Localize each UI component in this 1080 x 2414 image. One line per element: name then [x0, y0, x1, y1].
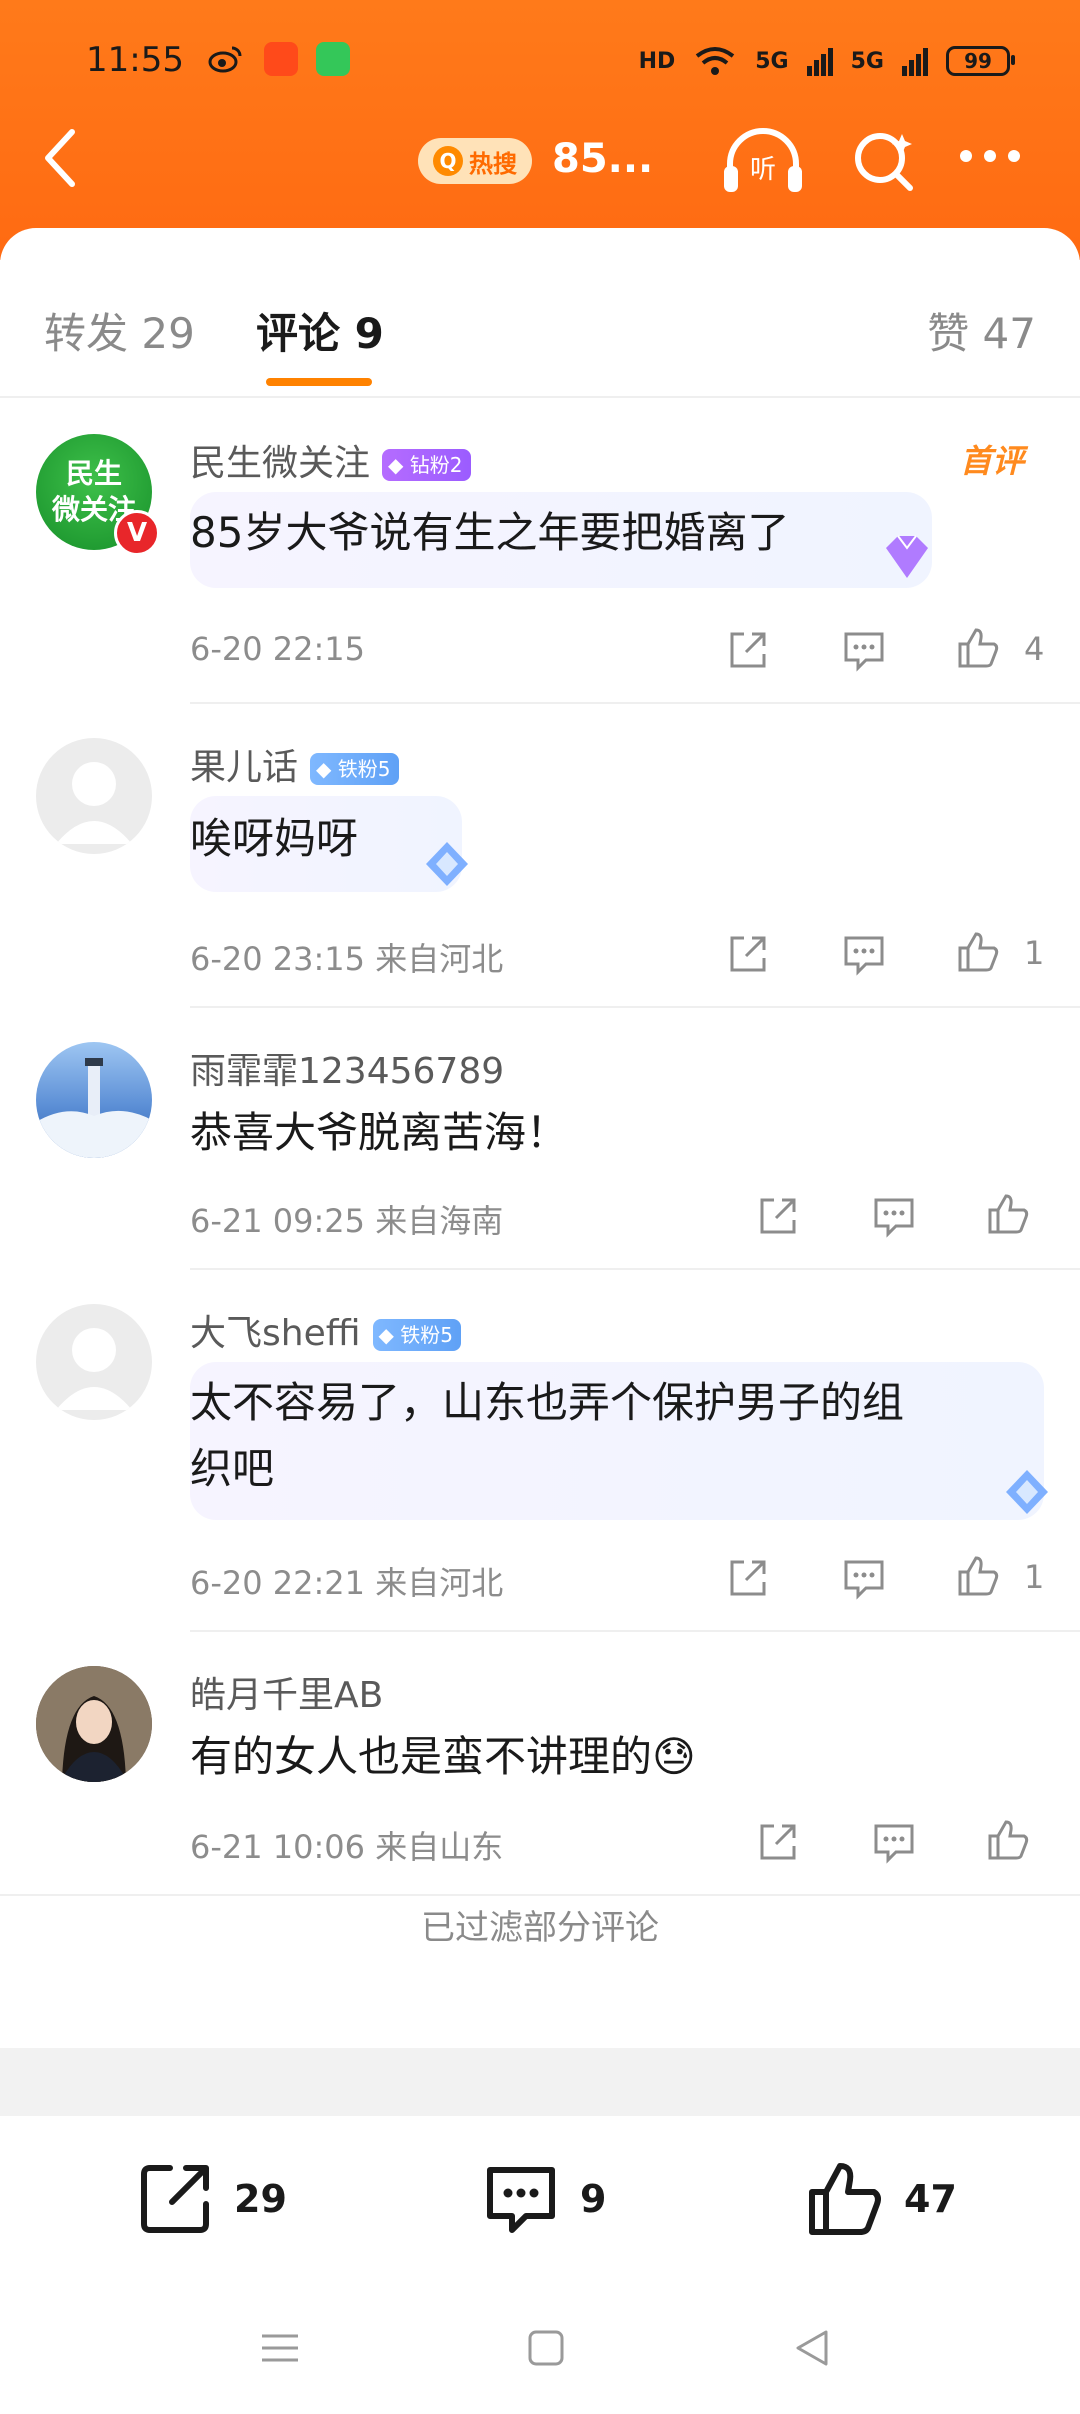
like-count: 4 [1024, 630, 1045, 668]
comment-time: 6-21 09:25 来自海南 [190, 1202, 504, 1240]
status-time: 11:55 [86, 40, 184, 80]
signal-5g-icon: 5G [755, 48, 789, 74]
divider [0, 1894, 1080, 1896]
battery-icon: 99 [946, 46, 1015, 76]
hot-search-icon: Q [433, 146, 463, 176]
repost-button[interactable]: 29 [136, 2160, 287, 2238]
comment-count: 9 [580, 2177, 607, 2221]
like-count: 1 [1024, 1558, 1045, 1596]
comment-time: 6-20 23:15 来自河北 [190, 940, 504, 978]
divider [0, 396, 1080, 398]
divider [190, 1268, 1080, 1270]
filtered-comments-note[interactable]: 已过滤部分评论 [0, 1900, 1080, 1949]
default-user-icon [56, 762, 132, 844]
comment-text: 85岁大爷说有生之年要把婚离了 [190, 508, 790, 557]
repost-count: 29 [234, 2177, 287, 2221]
like-icon [809, 2163, 881, 2235]
hot-search-label: 热搜 [469, 149, 517, 178]
comment-text: 唉呀妈呀 [190, 814, 359, 863]
comment-time: 6-21 10:06 来自山东 [190, 1828, 504, 1866]
repost-icon [141, 2165, 209, 2233]
first-comment-badge: 首评 [960, 442, 1025, 480]
weibo-app-icon [208, 46, 242, 73]
tab-likes[interactable]: 赞 47 [927, 300, 1036, 361]
signal-5g-icon-2: 5G [850, 48, 884, 74]
repost-icon[interactable] [726, 628, 770, 672]
fan-badge: ◆ 钻粉2 [382, 449, 471, 481]
top-header: 11:55 HD 5G 5G 99 Q 热搜 85... 听 [0, 0, 1080, 260]
back-arrow-icon[interactable] [40, 128, 80, 188]
reply-icon[interactable] [872, 1194, 916, 1238]
notification-app-icon [264, 42, 298, 76]
comment-text: 有的女人也是蛮不讲理的😓 [190, 1732, 696, 1781]
commenter-name[interactable]: 民生微关注 ◆ 钻粉2 [190, 434, 471, 486]
like-icon[interactable] [956, 1554, 1000, 1598]
like-count: 47 [904, 2177, 957, 2221]
svg-text:听: 听 [750, 155, 776, 185]
status-indicators: HD 5G 5G 99 [638, 44, 1015, 78]
divider [190, 1630, 1080, 1632]
repost-icon[interactable] [756, 1194, 800, 1238]
repost-icon[interactable] [726, 1556, 770, 1600]
section-spacer [0, 2048, 1080, 2116]
purple-diamond-icon [886, 535, 928, 578]
search-icon[interactable] [850, 128, 916, 194]
active-tab-indicator [266, 378, 372, 386]
reply-icon[interactable] [842, 1556, 886, 1600]
tab-reposts[interactable]: 转发 29 [44, 300, 195, 361]
like-icon[interactable] [956, 930, 1000, 974]
comment-time: 6-20 22:15 [190, 630, 366, 668]
like-icon[interactable] [986, 1818, 1030, 1862]
like-icon[interactable] [956, 626, 1000, 670]
reply-icon[interactable] [842, 628, 886, 672]
avatar[interactable] [36, 1042, 152, 1158]
comment-text-line-1: 太不容易了，山东也弄个保护男子的组 [190, 1378, 905, 1427]
headphones-listen-icon[interactable]: 听 [720, 126, 806, 196]
avatar[interactable] [36, 1666, 152, 1782]
reply-icon[interactable] [842, 932, 886, 976]
comment-text-line-2: 织吧 [190, 1444, 275, 1493]
comment-button[interactable]: 9 [482, 2160, 606, 2238]
more-options-icon[interactable] [960, 150, 1020, 162]
menu-icon[interactable] [250, 2318, 310, 2378]
home-icon[interactable] [516, 2318, 576, 2378]
commenter-name[interactable]: 皓月千里AB [190, 1666, 383, 1718]
hd-icon: HD [638, 48, 676, 74]
avatar[interactable] [36, 738, 152, 854]
message-app-icon [316, 42, 350, 76]
lighthouse-photo [36, 1058, 152, 1158]
verified-v-icon: V [114, 510, 160, 556]
like-icon[interactable] [986, 1192, 1030, 1236]
wifi-icon [696, 47, 735, 75]
signal-bars-icon [806, 48, 833, 76]
back-triangle-icon[interactable] [782, 2318, 842, 2378]
divider [190, 702, 1080, 704]
hot-search-badge[interactable]: Q 热搜 [418, 138, 532, 184]
blue-diamond-icon [426, 842, 468, 886]
comment-icon [487, 2167, 555, 2233]
blue-diamond-icon [1006, 1470, 1048, 1514]
avatar[interactable] [36, 1304, 152, 1420]
commenter-name[interactable]: 大飞sheffi ◆ 铁粉5 [190, 1304, 462, 1356]
repost-icon[interactable] [726, 932, 770, 976]
tab-comments[interactable]: 评论 9 [256, 300, 384, 361]
signal-bars-icon-2 [902, 48, 928, 76]
divider [190, 1006, 1080, 1008]
like-button[interactable]: 47 [806, 2160, 957, 2238]
fan-badge: ◆ 铁粉5 [372, 1319, 462, 1351]
default-user-icon [56, 1328, 132, 1410]
portrait-photo [36, 1666, 152, 1782]
commenter-name[interactable]: 雨霏霏123456789 [190, 1042, 504, 1094]
page-title: 85... [552, 136, 654, 182]
comment-text: 恭喜大爷脱离苦海！ [190, 1108, 569, 1157]
like-count: 1 [1024, 934, 1045, 972]
reply-icon[interactable] [872, 1820, 916, 1864]
repost-icon[interactable] [756, 1820, 800, 1864]
commenter-name[interactable]: 果儿话 ◆ 铁粉5 [190, 738, 399, 790]
fan-badge: ◆ 铁粉5 [310, 753, 399, 785]
comment-time: 6-20 22:21 来自河北 [190, 1564, 504, 1602]
